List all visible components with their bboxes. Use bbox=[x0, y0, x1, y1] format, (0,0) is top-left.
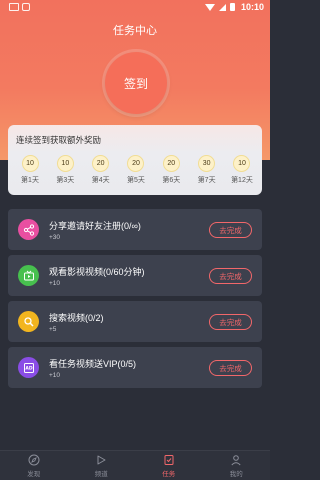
app-notification-icon bbox=[22, 3, 30, 11]
reward-coin: 10 bbox=[56, 155, 74, 172]
task-item-search: 搜索视频(0/2) +5 去完成 bbox=[8, 301, 262, 342]
tab-mine[interactable]: 我的 bbox=[203, 451, 271, 480]
signal-icon bbox=[218, 3, 226, 11]
task-reward: +10 bbox=[49, 372, 61, 379]
bottom-tab-bar: 发现 频道 任务 我的 bbox=[0, 450, 270, 480]
task-reward: +5 bbox=[49, 326, 57, 333]
day-label: 第4天 bbox=[91, 177, 110, 184]
task-item-watch: 观看影视视频(0/60分钟) +10 去完成 bbox=[8, 255, 262, 296]
streak-day: 10 第1天 bbox=[18, 155, 42, 185]
reward-coin: 10 bbox=[21, 155, 39, 172]
person-icon bbox=[229, 453, 243, 467]
svg-text:AD: AD bbox=[25, 365, 32, 371]
task-item-share: 分享邀请好友注册(0/∞) +30 去完成 bbox=[8, 209, 262, 250]
task-item-ad-vip: AD 看任务视频送VIP(0/5) +10 去完成 bbox=[8, 347, 262, 388]
task-list: 分享邀请好友注册(0/∞) +30 去完成 观看影视视频(0/60分钟) +10… bbox=[8, 209, 262, 393]
tv-icon bbox=[18, 265, 39, 286]
status-time: 10:10 bbox=[240, 2, 264, 12]
status-bar: 10:10 bbox=[0, 0, 270, 16]
ad-icon: AD bbox=[18, 357, 39, 378]
wifi-icon bbox=[204, 3, 215, 11]
task-reward: +30 bbox=[49, 234, 61, 241]
streak-days: 10 第1天 10 第3天 20 第4天 20 第5天 20 第6天 30 第7… bbox=[18, 155, 254, 185]
task-icon bbox=[162, 453, 176, 467]
tab-discover[interactable]: 发现 bbox=[0, 451, 68, 480]
reward-coin: 20 bbox=[92, 155, 110, 172]
streak-day: 30 第7天 bbox=[195, 155, 219, 185]
tab-label: 任务 bbox=[162, 471, 176, 478]
go-complete-button[interactable]: 去完成 bbox=[209, 314, 252, 330]
task-reward: +10 bbox=[49, 280, 61, 287]
tab-label: 我的 bbox=[229, 471, 243, 478]
day-label: 第6天 bbox=[162, 177, 181, 184]
day-label: 第7天 bbox=[197, 177, 216, 184]
tab-tasks[interactable]: 任务 bbox=[135, 451, 203, 480]
streak-day: 20 第5天 bbox=[124, 155, 148, 185]
streak-title: 连续签到获取额外奖励 bbox=[16, 135, 102, 145]
day-label: 第5天 bbox=[127, 177, 145, 184]
share-icon bbox=[18, 219, 39, 240]
play-icon bbox=[94, 453, 108, 467]
page-title: 任务中心 bbox=[113, 25, 157, 37]
reward-coin: 20 bbox=[127, 155, 145, 172]
reward-coin: 30 bbox=[198, 155, 216, 172]
streak-day: 20 第4天 bbox=[89, 155, 113, 185]
notification-icons bbox=[9, 3, 30, 11]
notification-icon bbox=[9, 3, 19, 11]
streak-day: 20 第6天 bbox=[159, 155, 183, 185]
day-label: 第1天 bbox=[21, 177, 39, 184]
task-title: 观看影视视频(0/60分钟) bbox=[49, 267, 145, 277]
task-title: 分享邀请好友注册(0/∞) bbox=[49, 221, 141, 231]
signin-button[interactable]: 签到 bbox=[105, 52, 167, 114]
streak-day: 10 第3天 bbox=[53, 155, 77, 185]
signin-label: 签到 bbox=[123, 76, 148, 91]
streak-card: 连续签到获取额外奖励 10 第1天 10 第3天 20 第4天 20 第5天 2… bbox=[8, 125, 262, 195]
streak-day: 10 第12天 bbox=[230, 155, 254, 185]
go-complete-button[interactable]: 去完成 bbox=[209, 222, 252, 238]
reward-coin: 10 bbox=[233, 155, 251, 172]
tab-label: 发现 bbox=[27, 471, 41, 478]
search-icon bbox=[18, 311, 39, 332]
go-complete-button[interactable]: 去完成 bbox=[209, 268, 252, 284]
tab-channel[interactable]: 频道 bbox=[68, 451, 136, 480]
day-label: 第12天 bbox=[231, 177, 253, 184]
go-complete-button[interactable]: 去完成 bbox=[209, 360, 252, 376]
task-title: 看任务视频送VIP(0/5) bbox=[49, 359, 137, 369]
compass-icon bbox=[27, 453, 41, 467]
battery-icon bbox=[229, 3, 235, 11]
task-title: 搜索视频(0/2) bbox=[49, 313, 104, 323]
reward-coin: 20 bbox=[162, 155, 180, 172]
day-label: 第3天 bbox=[56, 177, 75, 184]
tab-label: 频道 bbox=[94, 471, 108, 478]
